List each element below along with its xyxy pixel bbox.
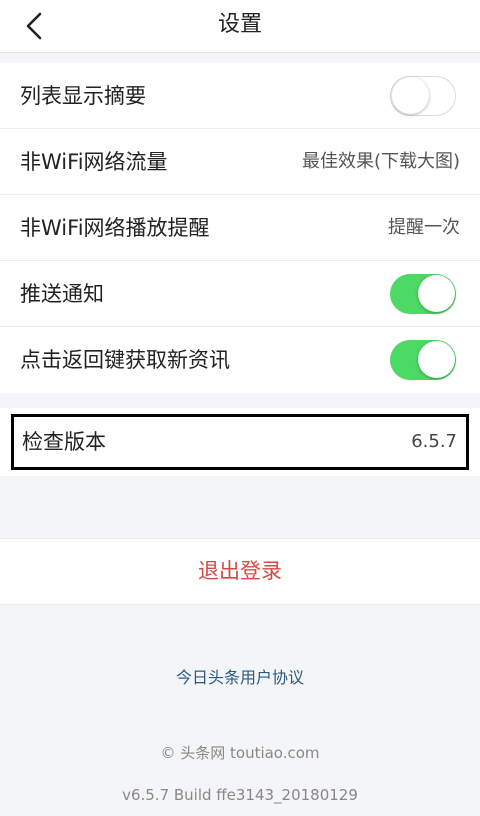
setting-row-push[interactable]: 推送通知 (0, 261, 480, 327)
version-number: 6.5.7 (411, 431, 457, 452)
setting-label: 非WiFi网络播放提醒 (20, 216, 210, 240)
check-version-label: 检查版本 (22, 430, 106, 454)
logout-button[interactable]: 退出登录 (0, 538, 480, 605)
highlight-box: 检查版本 6.5.7 (11, 414, 469, 470)
settings-list: 列表显示摘要 非WiFi网络流量 最佳效果(下载大图) 非WiFi网络播放提醒 … (0, 63, 480, 393)
check-version-row[interactable]: 检查版本 6.5.7 (0, 408, 480, 476)
setting-row-wifi-playback[interactable]: 非WiFi网络播放提醒 提醒一次 (0, 195, 480, 261)
toggle-knob (417, 275, 455, 312)
page-title: 设置 (217, 12, 262, 37)
setting-row-back-refresh[interactable]: 点击返回键获取新资讯 (0, 327, 480, 393)
logout-label: 退出登录 (198, 559, 282, 583)
copyright-text: © 头条网 toutiao.com (160, 744, 320, 762)
build-info: v6.5.7 Build ffe3143_20180129 (122, 786, 358, 804)
toggle-knob (392, 77, 429, 114)
setting-label: 列表显示摘要 (20, 84, 146, 108)
setting-value: 提醒一次 (388, 217, 460, 238)
setting-label: 推送通知 (20, 282, 104, 306)
setting-row-wifi-traffic[interactable]: 非WiFi网络流量 最佳效果(下载大图) (0, 129, 480, 195)
top-bar: 设置 (0, 0, 480, 53)
setting-value: 最佳效果(下载大图) (301, 151, 460, 172)
summary-toggle[interactable] (390, 76, 456, 116)
push-toggle[interactable] (390, 274, 456, 314)
toggle-knob (417, 341, 455, 378)
user-agreement-link[interactable]: 今日头条用户协议 (0, 664, 480, 688)
setting-label: 点击返回键获取新资讯 (20, 348, 230, 372)
setting-row-summary[interactable]: 列表显示摘要 (0, 63, 480, 129)
back-refresh-toggle[interactable] (390, 340, 456, 380)
setting-label: 非WiFi网络流量 (20, 150, 168, 174)
